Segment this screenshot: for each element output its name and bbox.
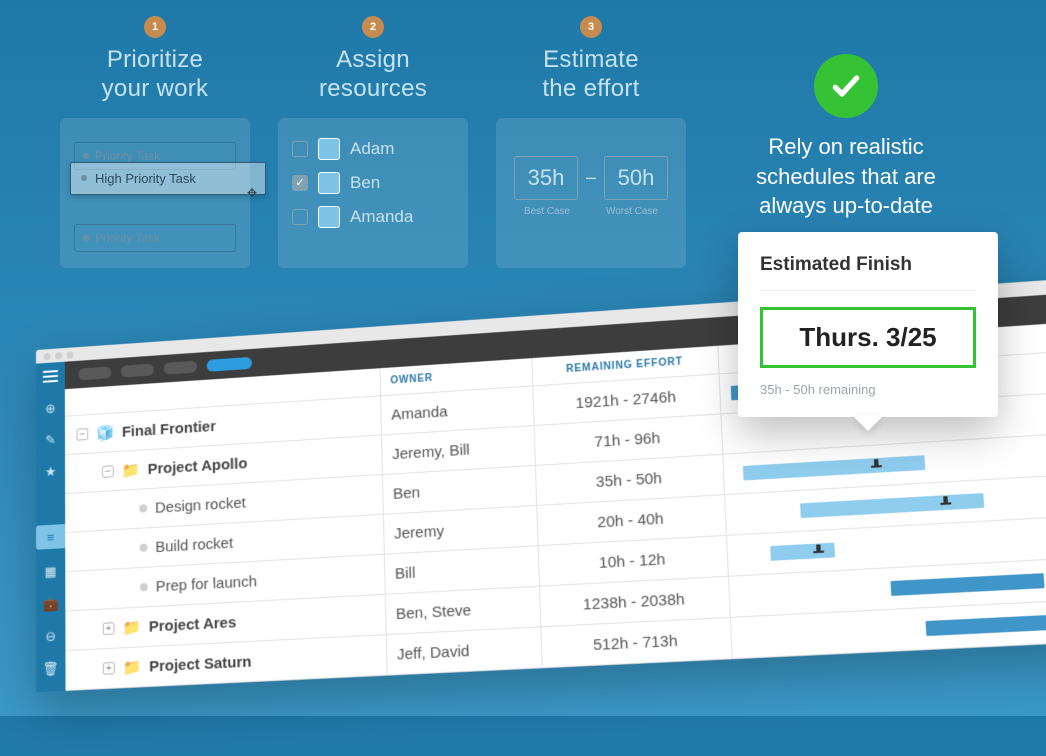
dot-icon — [83, 153, 89, 159]
dot-icon — [140, 583, 148, 592]
row-name: Project Ares — [149, 613, 237, 635]
resource-row[interactable]: Amanda — [288, 200, 458, 234]
popover-date: Thurs. 3/25 — [760, 307, 976, 368]
row-name: Prep for launch — [156, 572, 257, 595]
step-title: Prioritizeyour work — [60, 46, 250, 104]
gantt-bar[interactable] — [742, 455, 924, 480]
resource-row[interactable]: Adam — [288, 132, 458, 166]
dot-icon — [83, 235, 89, 241]
trash-icon[interactable]: 🗑 — [42, 660, 60, 679]
avatar — [318, 172, 340, 194]
toggle-icon[interactable]: + — [103, 622, 115, 635]
resource-name: Ben — [350, 173, 380, 193]
folder-icon: 📁 — [121, 461, 139, 480]
pencil-icon[interactable]: ✎ — [42, 431, 59, 450]
gantt-bar[interactable] — [770, 543, 835, 561]
sidebar: ⊕ ✎ ★ ≡ ▦ 💼 ⊖ 🗑 — [36, 389, 66, 692]
worst-case-input[interactable]: 50h — [604, 156, 668, 200]
toggle-icon[interactable]: + — [103, 662, 115, 675]
row-name: Project Saturn — [149, 653, 252, 675]
toolbar-tab[interactable] — [78, 366, 111, 380]
hero-text: Rely on realistic schedules that are alw… — [706, 132, 986, 221]
toggle-icon[interactable]: − — [77, 428, 89, 441]
dot-icon — [139, 504, 147, 512]
step-title: Assignresources — [278, 46, 468, 104]
gantt-marker-icon[interactable] — [939, 493, 951, 513]
step-badge: 3 — [580, 16, 602, 38]
step-1: 1 Prioritizeyour work Priority Task High… — [60, 16, 250, 268]
folder-icon: 📁 — [122, 618, 141, 637]
toolbar-tab[interactable] — [164, 361, 197, 375]
row-effort: 512h - 713h — [540, 617, 731, 667]
resource-name: Amanda — [350, 207, 413, 227]
briefcase-icon[interactable]: 💼 — [42, 595, 60, 614]
step-badge: 1 — [144, 16, 166, 38]
row-name: Final Frontier — [122, 417, 216, 440]
step-2: 2 Assignresources Adam ✓ Ben Amanda — [278, 16, 468, 268]
range-dash: – — [586, 167, 596, 188]
dot-icon — [81, 175, 87, 181]
folder-icon: 📁 — [123, 658, 142, 677]
step-3: 3 Estimatethe effort 35h – 50h Best Case… — [496, 16, 686, 268]
target-icon[interactable]: ⊕ — [42, 399, 59, 418]
gantt-marker-icon[interactable] — [870, 456, 882, 475]
cube-icon: 🧊 — [96, 423, 114, 442]
toolbar-tab[interactable] — [121, 364, 154, 378]
avatar — [318, 138, 340, 160]
effort-card: 35h – 50h Best Case Worst Case — [496, 118, 686, 268]
high-priority-task[interactable]: High Priority Task ✥ — [70, 162, 266, 195]
toggle-icon[interactable]: − — [102, 465, 114, 478]
grid-icon[interactable]: ▦ — [42, 562, 60, 581]
prioritize-card: Priority Task High Priority Task ✥ Prior… — [60, 118, 250, 268]
checkbox-icon[interactable] — [292, 209, 308, 225]
row-owner: Jeff, David — [386, 627, 542, 675]
popover-sub: 35h - 50h remaining — [760, 382, 976, 397]
gantt-marker-icon[interactable] — [812, 541, 824, 561]
task-label: Priority Task — [95, 149, 160, 163]
step-title: Estimatethe effort — [496, 46, 686, 104]
resource-name: Adam — [350, 139, 394, 159]
best-case-input[interactable]: 35h — [514, 156, 578, 200]
resources-card: Adam ✓ Ben Amanda — [278, 118, 468, 268]
traffic-light-icon[interactable] — [67, 351, 74, 358]
row-name: Project Apollo — [148, 454, 248, 477]
menu-icon[interactable] — [36, 362, 65, 391]
best-case-label: Best Case — [524, 206, 570, 217]
gantt-bar[interactable] — [925, 613, 1046, 636]
row-name: Design rocket — [155, 494, 246, 516]
check-circle-icon — [814, 54, 878, 118]
task-row[interactable]: Priority Task — [74, 224, 236, 252]
resource-row[interactable]: ✓ Ben — [288, 166, 458, 200]
task-label: High Priority Task — [95, 171, 196, 186]
traffic-light-icon[interactable] — [55, 352, 62, 359]
dot-icon — [140, 543, 148, 552]
minus-circle-icon[interactable]: ⊖ — [42, 627, 60, 646]
hero: Rely on realistic schedules that are alw… — [706, 54, 986, 221]
star-icon[interactable]: ★ — [42, 463, 59, 482]
estimated-finish-popover: Estimated Finish Thurs. 3/25 35h - 50h r… — [738, 232, 998, 417]
list-view-icon[interactable]: ≡ — [36, 524, 65, 550]
popover-tail-icon — [852, 415, 884, 431]
task-label: Priority Task — [95, 231, 160, 245]
traffic-light-icon[interactable] — [44, 352, 51, 359]
checkbox-icon[interactable]: ✓ — [292, 175, 308, 191]
divider — [760, 290, 976, 291]
toolbar-tabs — [78, 357, 252, 381]
avatar — [318, 206, 340, 228]
checkbox-icon[interactable] — [292, 141, 308, 157]
gantt-bar[interactable] — [800, 493, 984, 518]
popover-title: Estimated Finish — [760, 254, 976, 276]
gantt-bar[interactable] — [890, 573, 1044, 596]
toolbar-tab-active[interactable] — [207, 357, 252, 372]
step-badge: 2 — [362, 16, 384, 38]
worst-case-label: Worst Case — [606, 206, 658, 217]
drag-icon: ✥ — [247, 186, 257, 200]
row-name: Build rocket — [155, 534, 233, 556]
